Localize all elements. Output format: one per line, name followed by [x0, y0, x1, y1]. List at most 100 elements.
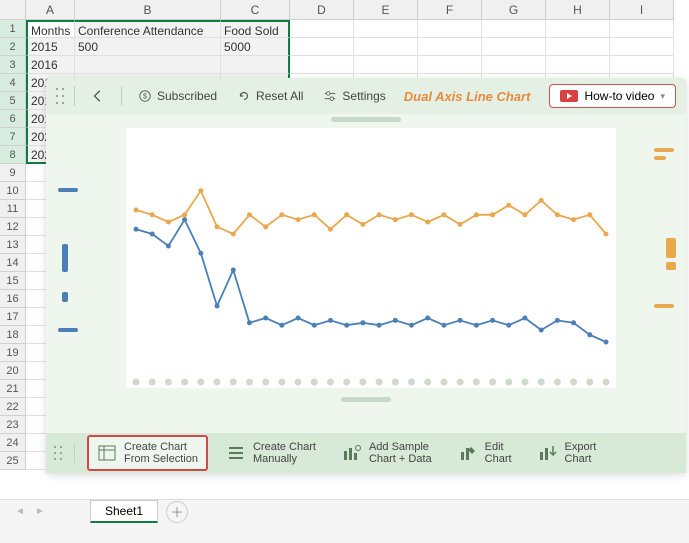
row-header[interactable]: 14 [0, 254, 26, 272]
col-header[interactable]: D [290, 0, 354, 20]
reset-button[interactable]: Reset All [231, 85, 309, 107]
cell[interactable] [418, 38, 482, 56]
cell[interactable]: 500 [75, 38, 221, 56]
row-header[interactable]: 21 [0, 380, 26, 398]
chart-addon-panel: $Subscribed Reset All Settings Dual Axis… [46, 78, 686, 473]
row-header[interactable]: 24 [0, 434, 26, 452]
sample-data-icon [342, 443, 362, 463]
grab-handle-top[interactable] [331, 117, 401, 122]
panel-toolbar: $Subscribed Reset All Settings Dual Axis… [46, 78, 686, 114]
row-header[interactable]: 10 [0, 182, 26, 200]
col-header[interactable]: B [75, 0, 221, 20]
arrow-left-icon [91, 89, 105, 103]
export-chart-button[interactable]: ExportChart [530, 437, 605, 469]
list-icon [226, 443, 246, 463]
col-header[interactable]: C [221, 0, 290, 20]
row-header[interactable]: 18 [0, 326, 26, 344]
create-chart-from-selection-button[interactable]: Create ChartFrom Selection [87, 435, 208, 471]
table-chart-icon [97, 443, 117, 463]
add-sample-button[interactable]: Add SampleChart + Data [334, 437, 440, 469]
cell[interactable] [290, 20, 354, 38]
youtube-icon [560, 90, 578, 102]
cell[interactable] [546, 38, 610, 56]
select-all-corner[interactable] [0, 0, 26, 20]
cell[interactable] [290, 56, 354, 74]
cell[interactable] [610, 56, 674, 74]
sheet-tabs: ◄ ► Sheet1 ＋ [0, 499, 689, 523]
cell[interactable] [546, 20, 610, 38]
sheet-tab[interactable]: Sheet1 [90, 500, 158, 523]
subscribed-button[interactable]: $ Subscribed [132, 85, 223, 107]
cell[interactable] [482, 56, 546, 74]
cell[interactable] [546, 56, 610, 74]
row-header[interactable]: 19 [0, 344, 26, 362]
row-header[interactable]: 12 [0, 218, 26, 236]
right-axis-preview [654, 144, 680, 312]
row-header[interactable]: 2 [0, 38, 26, 56]
row-header[interactable]: 22 [0, 398, 26, 416]
left-axis-preview [58, 184, 84, 336]
col-header[interactable]: G [482, 0, 546, 20]
chart-preview-area [46, 114, 686, 434]
cell[interactable]: 2016 [26, 56, 75, 74]
howto-video-button[interactable]: How-to video ▾ [549, 84, 676, 108]
row-header[interactable]: 25 [0, 452, 26, 470]
howto-label: How-to video [584, 89, 654, 103]
row-header[interactable]: 5 [0, 92, 26, 110]
row-header[interactable]: 11 [0, 200, 26, 218]
cell[interactable]: Food Sold [221, 20, 290, 38]
edit-chart-button[interactable]: EditChart [450, 437, 520, 469]
panel-footer: Create ChartFrom Selection Create ChartM… [46, 433, 686, 473]
row-header[interactable]: 4 [0, 74, 26, 92]
create-chart-manually-button[interactable]: Create ChartManually [218, 437, 324, 469]
cell[interactable] [221, 56, 290, 74]
row-header[interactable]: 20 [0, 362, 26, 380]
cell[interactable] [354, 38, 418, 56]
chart-plot [126, 128, 616, 388]
row-header[interactable]: 8 [0, 146, 26, 164]
cell[interactable] [290, 38, 354, 56]
dollar-icon: $ [138, 89, 152, 103]
add-sheet-button[interactable]: ＋ [166, 501, 188, 523]
back-button[interactable] [85, 85, 111, 107]
settings-button[interactable]: Settings [317, 85, 391, 107]
reset-label: Reset All [256, 89, 303, 103]
drag-handle-icon[interactable] [56, 87, 64, 105]
svg-text:$: $ [143, 94, 147, 101]
cell[interactable] [418, 56, 482, 74]
cell[interactable]: 2015 [26, 38, 75, 56]
drag-handle-icon[interactable] [54, 445, 62, 461]
col-header[interactable]: E [354, 0, 418, 20]
undo-icon [237, 89, 251, 103]
row-header[interactable]: 16 [0, 290, 26, 308]
row-header[interactable]: 23 [0, 416, 26, 434]
cell[interactable] [418, 20, 482, 38]
row-header[interactable]: 15 [0, 272, 26, 290]
row-header[interactable]: 6 [0, 110, 26, 128]
row-header[interactable]: 3 [0, 56, 26, 74]
cell[interactable] [610, 38, 674, 56]
row-header[interactable]: 7 [0, 128, 26, 146]
tab-nav-next[interactable]: ► [30, 506, 50, 517]
row-header[interactable]: 13 [0, 236, 26, 254]
row-header[interactable]: 17 [0, 308, 26, 326]
subscribed-label: Subscribed [157, 89, 217, 103]
tab-nav-prev[interactable]: ◄ [10, 506, 30, 517]
row-header[interactable]: 9 [0, 164, 26, 182]
cell[interactable]: Conference Attendance [75, 20, 221, 38]
cell[interactable] [75, 56, 221, 74]
cell[interactable] [610, 20, 674, 38]
row-header[interactable]: 1 [0, 20, 26, 38]
col-header[interactable]: A [26, 0, 75, 20]
cell[interactable] [354, 20, 418, 38]
cell[interactable] [482, 38, 546, 56]
col-header[interactable]: F [418, 0, 482, 20]
col-header[interactable]: H [546, 0, 610, 20]
cell[interactable] [482, 20, 546, 38]
grab-handle-bottom[interactable] [341, 397, 391, 402]
cell[interactable]: Months [26, 20, 75, 38]
export-icon [538, 443, 558, 463]
col-header[interactable]: I [610, 0, 674, 20]
cell[interactable]: 5000 [221, 38, 290, 56]
cell[interactable] [354, 56, 418, 74]
